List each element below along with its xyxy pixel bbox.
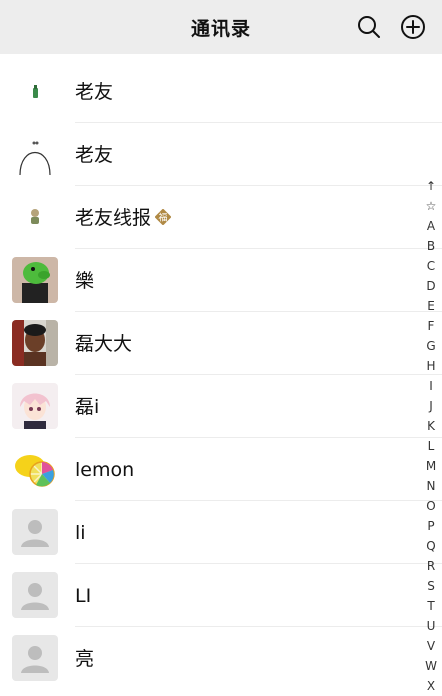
small-figure-icon [12, 194, 58, 240]
contact-name: li [75, 522, 86, 544]
top-nav-bar: 通讯录 [0, 0, 442, 54]
index-item-f[interactable]: F [421, 316, 441, 336]
contact-row[interactable]: 磊i [0, 375, 442, 438]
default-user-icon [12, 635, 58, 681]
index-item-d[interactable]: D [421, 276, 441, 296]
default-user-icon [12, 572, 58, 618]
index-item-k[interactable]: K [421, 416, 441, 436]
contact-row[interactable]: 老友 [0, 123, 442, 186]
index-item-w[interactable]: W [421, 656, 441, 676]
avatar [12, 509, 58, 555]
index-item-p[interactable]: P [421, 516, 441, 536]
contact-name: 老友 [75, 144, 114, 166]
avatar [12, 635, 58, 681]
avatar [12, 320, 58, 366]
contact-name: 磊i [75, 396, 100, 418]
index-item-s[interactable]: S [421, 576, 441, 596]
avatar [12, 572, 58, 618]
alphabet-index-bar[interactable]: ↑ ☆ A B C D E F G H I J K L M N O P Q R … [421, 176, 441, 696]
contact-name: 老友线报 福 [75, 205, 172, 231]
search-button[interactable] [355, 13, 383, 41]
small-bottle-icon [12, 68, 58, 114]
contact-name: 老友 [75, 81, 114, 103]
index-item-j[interactable]: J [421, 396, 441, 416]
contact-name: 樂 [75, 270, 95, 292]
arc-drawing [12, 131, 58, 177]
lemon-slices [12, 446, 58, 492]
contact-list: 老友 老友 老友线报 福 樂 磊大大 磊i lemon li LI 亮 [0, 60, 442, 690]
add-circle-icon [401, 15, 425, 39]
avatar [12, 131, 58, 177]
contact-name: LI [75, 585, 92, 607]
contact-row[interactable]: LI [0, 564, 442, 627]
index-item-l[interactable]: L [421, 436, 441, 456]
index-item-e[interactable]: E [421, 296, 441, 316]
index-item-b[interactable]: B [421, 236, 441, 256]
contact-row[interactable]: 磊大大 [0, 312, 442, 375]
avatar [12, 257, 58, 303]
index-item-m[interactable]: M [421, 456, 441, 476]
green-dinosaur-costume-photo [12, 257, 58, 303]
search-icon [358, 16, 380, 38]
index-item-top[interactable]: ↑ [421, 176, 441, 196]
person-photo [12, 320, 58, 366]
avatar [12, 383, 58, 429]
index-item-n[interactable]: N [421, 476, 441, 496]
contact-row[interactable]: 老友 [0, 60, 442, 123]
add-button[interactable] [399, 13, 427, 41]
index-item-a[interactable]: A [421, 216, 441, 236]
contact-row[interactable]: li [0, 501, 442, 564]
index-item-star[interactable]: ☆ [421, 196, 441, 216]
index-item-c[interactable]: C [421, 256, 441, 276]
contact-row[interactable]: 老友线报 福 [0, 186, 442, 249]
default-user-icon [12, 509, 58, 555]
svg-text:福: 福 [159, 211, 168, 223]
index-item-u[interactable]: U [421, 616, 441, 636]
index-item-q[interactable]: Q [421, 536, 441, 556]
index-item-i[interactable]: I [421, 376, 441, 396]
contact-row[interactable]: 亮 [0, 627, 442, 690]
index-item-g[interactable]: G [421, 336, 441, 356]
index-item-v[interactable]: V [421, 636, 441, 656]
contact-row[interactable]: 樂 [0, 249, 442, 312]
fu-badge-icon: 福 [155, 208, 172, 225]
avatar [12, 446, 58, 492]
index-item-x[interactable]: X [421, 676, 441, 696]
anime-character [12, 383, 58, 429]
index-item-r[interactable]: R [421, 556, 441, 576]
index-item-h[interactable]: H [421, 356, 441, 376]
contact-name: 亮 [75, 648, 95, 670]
avatar [12, 194, 58, 240]
contact-name: 磊大大 [75, 333, 133, 355]
contact-name: lemon [75, 459, 135, 481]
avatar [12, 68, 58, 114]
index-item-o[interactable]: O [421, 496, 441, 516]
index-item-t[interactable]: T [421, 596, 441, 616]
contact-row[interactable]: lemon [0, 438, 442, 501]
